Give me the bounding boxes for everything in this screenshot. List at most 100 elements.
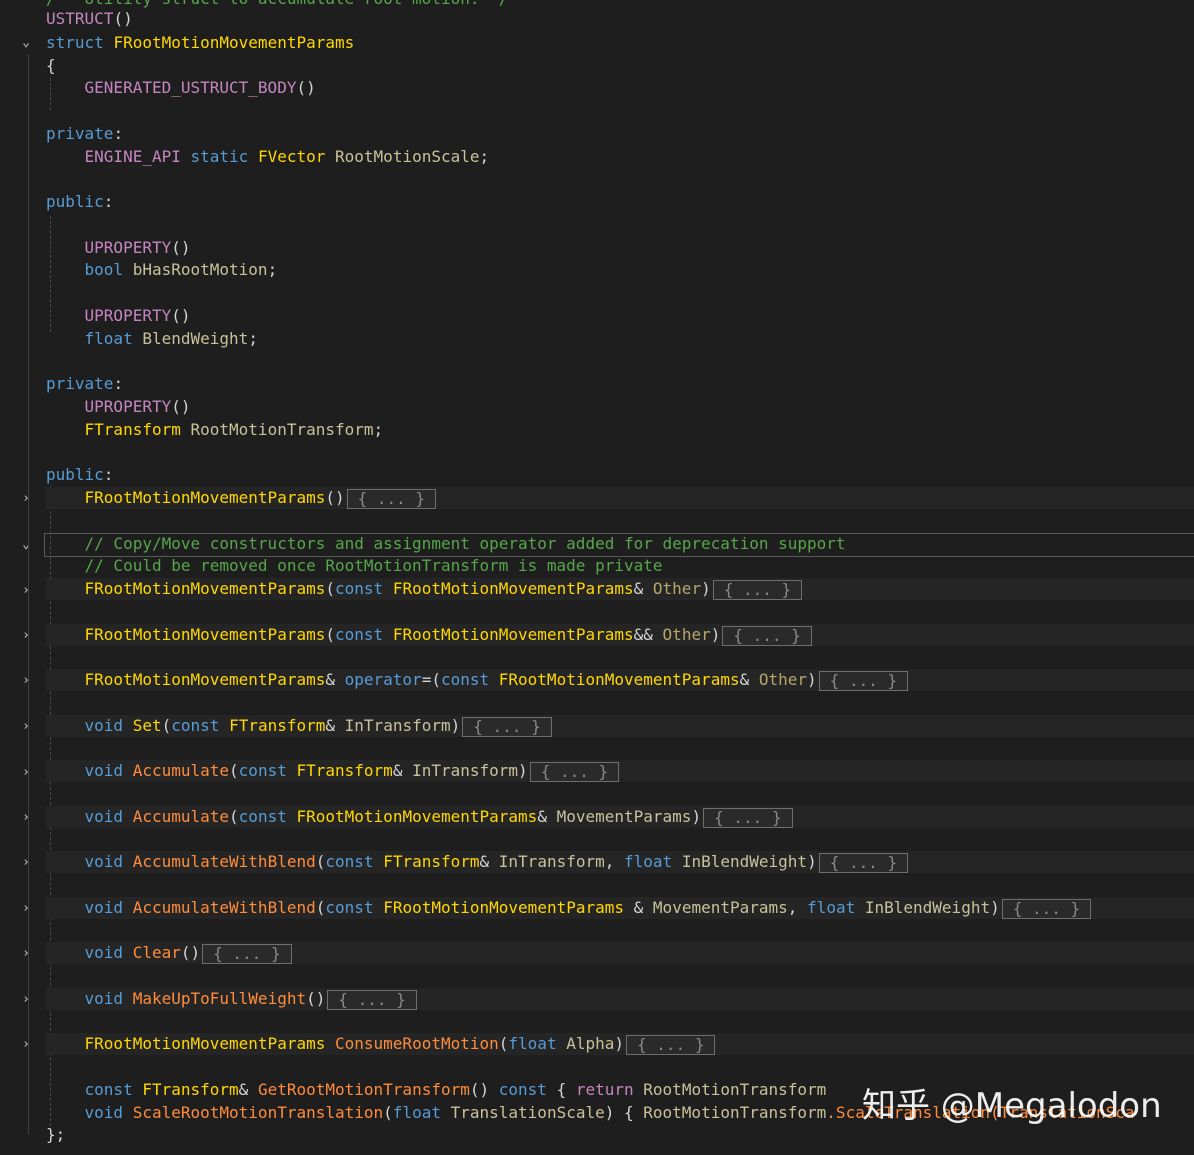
keyword: void — [84, 761, 124, 780]
fold-collapsed-icon[interactable]: › — [18, 625, 34, 647]
code-line: FRootMotionMovementParams(const FRootMot… — [46, 624, 1194, 646]
code-line: USTRUCT() — [46, 9, 133, 28]
identifier: RootMotionScale — [335, 147, 480, 166]
keyword: operator — [344, 670, 422, 689]
macro: UPROPERTY — [84, 238, 172, 257]
code-line: void MakeUpToFullWeight(){ ... } — [46, 988, 1194, 1010]
function-name: GetRootMotionTransform — [257, 1080, 470, 1099]
function-name: AccumulateWithBlend — [132, 898, 316, 917]
watermark: 知乎 @Megalodon — [862, 1086, 1162, 1126]
parameter: InTransform — [344, 716, 451, 735]
function-name: MakeUpToFullWeight — [132, 989, 307, 1008]
function-name: Accumulate — [132, 761, 230, 780]
collapsed-block[interactable]: { ... } — [818, 852, 909, 873]
collapsed-block[interactable]: { ... } — [703, 807, 793, 828]
collapsed-block[interactable]: { ... } — [202, 943, 292, 964]
fold-collapsed-icon[interactable]: › — [18, 670, 34, 692]
code-line: void Accumulate(const FTransform& InTran… — [46, 760, 1194, 782]
macro: UPROPERTY — [84, 397, 172, 416]
collapsed-block[interactable]: { ... } — [818, 670, 909, 691]
type-name: FRootMotionMovementParams — [383, 898, 625, 917]
keyword: private — [46, 124, 114, 143]
code-line: { — [46, 55, 1194, 77]
macro: GENERATED_USTRUCT_BODY — [84, 78, 297, 97]
function-name: Accumulate — [132, 807, 230, 826]
keyword: void — [84, 807, 124, 826]
keyword: const — [335, 579, 384, 598]
keyword: const — [238, 807, 287, 826]
comment: // Could be removed once RootMotionTrans… — [84, 556, 663, 575]
code-line: void AccumulateWithBlend(const FRootMoti… — [46, 897, 1194, 919]
type-name: FRootMotionMovementParams — [113, 33, 355, 52]
fold-expanded-icon[interactable]: ⌄ — [18, 32, 34, 54]
parameter: MovementParams — [652, 898, 788, 917]
keyword: float — [392, 1103, 441, 1122]
code-line: void AccumulateWithBlend(const FTransfor… — [46, 851, 1194, 873]
fold-collapsed-icon[interactable]: › — [18, 762, 34, 784]
fold-collapsed-icon[interactable]: › — [18, 807, 34, 829]
function-name: Set — [132, 716, 162, 735]
fold-collapsed-icon[interactable]: › — [18, 580, 34, 602]
keyword: static — [190, 147, 249, 166]
folding-gutter: ⌄ › ⌄ › › › › › › › › › › › — [0, 0, 40, 1155]
fold-collapsed-icon[interactable]: › — [18, 898, 34, 920]
collapsed-block[interactable]: { ... } — [1001, 898, 1092, 919]
code-line: void Clear(){ ... } — [46, 942, 1194, 964]
collapsed-block[interactable]: { ... } — [626, 1034, 716, 1055]
keyword: const — [335, 625, 384, 644]
parameter: InTransform — [412, 761, 519, 780]
function-name: FRootMotionMovementParams — [84, 488, 326, 507]
macro: UPROPERTY — [84, 306, 172, 325]
collapsed-block[interactable]: { ... } — [462, 716, 552, 737]
comment: /** Utility struct to accumulate root mo… — [46, 0, 508, 8]
collapsed-block[interactable]: { ... } — [346, 488, 437, 509]
code-editor[interactable]: ⌄ › ⌄ › › › › › › › › › › › /** Utility … — [0, 0, 1194, 1155]
code-line: FRootMotionMovementParams ConsumeRootMot… — [46, 1033, 1194, 1055]
type-name: FRootMotionMovementParams — [296, 807, 538, 826]
type-name: FRootMotionMovementParams — [84, 670, 326, 689]
type-name: FVector — [257, 147, 326, 166]
parameter: InBlendWeight — [864, 898, 991, 917]
code-line: FRootMotionMovementParams& operator=(con… — [46, 669, 1194, 691]
collapsed-block[interactable]: { ... } — [712, 579, 803, 600]
code-line: GENERATED_USTRUCT_BODY() — [84, 78, 316, 97]
type-name: FRootMotionMovementParams — [392, 579, 634, 598]
parameter: TranslationScale — [450, 1103, 605, 1122]
code-line: struct FRootMotionMovementParams — [46, 32, 1194, 54]
identifier: BlendWeight — [142, 329, 249, 348]
keyword: void — [84, 716, 124, 735]
keyword: public — [46, 192, 104, 211]
keyword: float — [84, 329, 133, 348]
collapsed-block[interactable]: { ... } — [722, 625, 812, 646]
code-line: FRootMotionMovementParams(const FRootMot… — [46, 578, 1194, 600]
code-line: public: — [46, 465, 114, 484]
fold-expanded-icon[interactable]: ⌄ — [18, 534, 34, 556]
code-line: bool bHasRootMotion; — [84, 260, 278, 279]
fold-collapsed-icon[interactable]: › — [18, 488, 34, 510]
fold-collapsed-icon[interactable]: › — [18, 989, 34, 1011]
fold-collapsed-icon[interactable]: › — [18, 1034, 34, 1056]
scope-guide — [28, 54, 29, 1134]
code-line: // Could be removed once RootMotionTrans… — [46, 555, 1194, 577]
keyword: const — [84, 1080, 133, 1099]
function-name: ScaleRootMotionTranslation — [132, 1103, 384, 1122]
parameter: Alpha — [566, 1034, 615, 1053]
keyword: struct — [46, 33, 104, 52]
collapsed-block[interactable]: { ... } — [529, 761, 620, 782]
keyword: const — [171, 716, 220, 735]
type-name: FTransform — [383, 852, 480, 871]
code-line: }; — [46, 1124, 1194, 1146]
type-name: FTransform — [84, 420, 181, 439]
parameter: Other — [758, 670, 808, 689]
collapsed-block[interactable]: { ... } — [327, 989, 417, 1010]
identifier: RootMotionTransform — [643, 1080, 827, 1099]
keyword: private — [46, 374, 114, 393]
code-line: ENGINE_API static FVector RootMotionScal… — [84, 147, 490, 166]
fold-collapsed-icon[interactable]: › — [18, 852, 34, 874]
keyword: const — [325, 898, 374, 917]
parameter: InTransform — [498, 852, 605, 871]
parameter: MovementParams — [556, 807, 692, 826]
parameter: InBlendWeight — [681, 852, 808, 871]
fold-collapsed-icon[interactable]: › — [18, 943, 34, 965]
fold-collapsed-icon[interactable]: › — [18, 716, 34, 738]
